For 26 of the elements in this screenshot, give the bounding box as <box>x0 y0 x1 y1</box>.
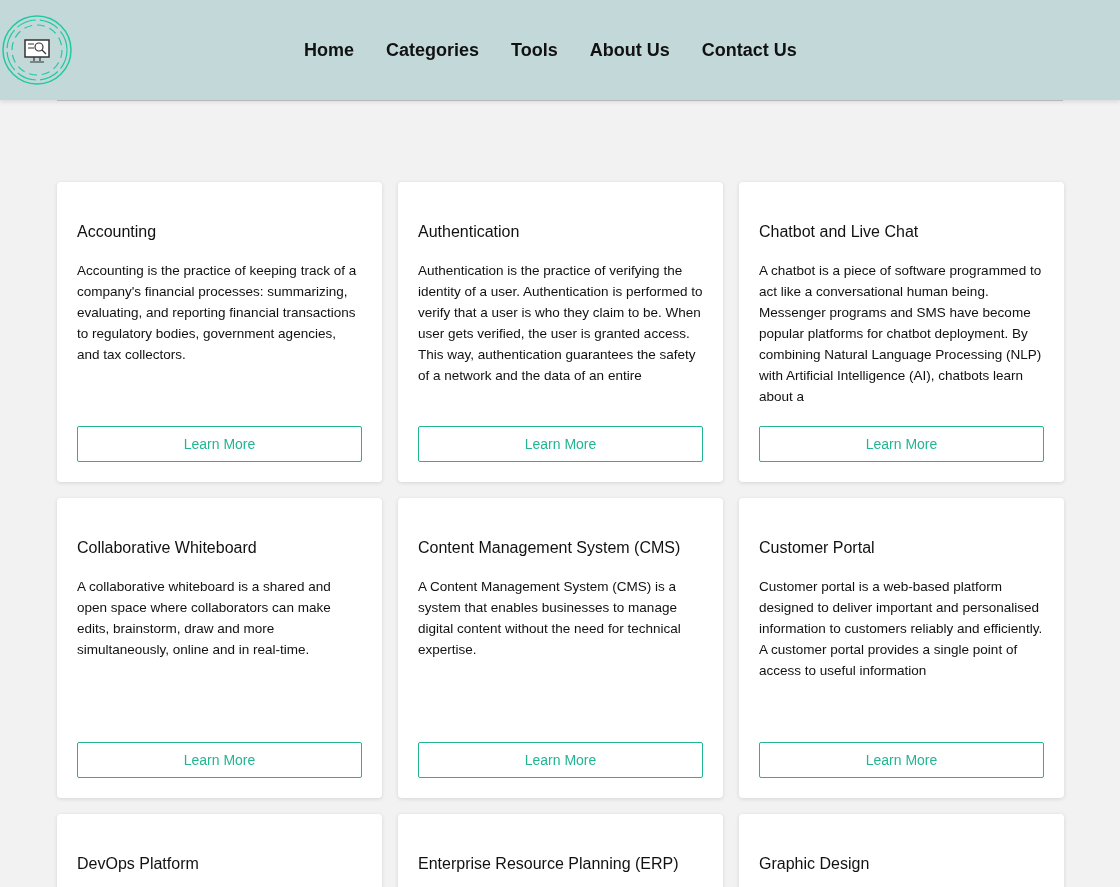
card-title: Customer Portal <box>759 538 876 558</box>
card-title: Collaborative Whiteboard <box>77 538 258 558</box>
learn-more-button[interactable]: Learn More <box>759 742 1044 778</box>
learn-more-button[interactable]: Learn More <box>418 426 703 462</box>
card-title: Graphic Design <box>759 854 871 874</box>
card-description: Customer portal is a web-based platform designed to deliver important and personalised information to customers reliably and efficiently. A customer portal provides a single point of access to useful information <box>759 578 1044 680</box>
card-description: A Content Management System (CMS) is a system that enables businesses to manage digital content without the need for technical expertise. <box>418 578 682 659</box>
nav-link[interactable]: Home <box>304 39 354 61</box>
card-description: Accounting is the practice of keeping track of a company's financial processes: summarizing, evaluating, and reporting financial transactions to regulatory bodies, government agencies, and tax collectors. <box>77 262 358 364</box>
learn-more-button[interactable]: Learn More <box>418 742 703 778</box>
nav-link[interactable]: Contact Us <box>701 39 797 61</box>
nav-link[interactable]: Tools <box>511 39 558 61</box>
nav-link[interactable]: Categories <box>386 39 480 61</box>
nav-link[interactable]: About Us <box>589 39 670 61</box>
card-description: Authentication is the practice of verifying the identity of a user. Authentication is performed to verify that a user is who they claim to be. When user gets verified, the user is granted access. This way, authentication guarantees the safety of a network and the data of an entire <box>418 262 703 385</box>
card-description: A collaborative whiteboard is a shared and open space where collaborators can make edits, brainstorm, draw and more simultaneously, online and in real-time. <box>77 578 332 659</box>
card-title: Enterprise Resource Planning (ERP) <box>418 854 680 874</box>
card-title: Chatbot and Live Chat <box>759 222 920 242</box>
card-description: A chatbot is a piece of software programmed to act like a conversational human being. Messenger programs and SMS have become popular platforms for chatbot deployment. By combining Natural Language Processing (NLP) with Artificial Intelligence (AI), chatbots learn about a <box>759 262 1043 406</box>
card-title: Authentication <box>418 222 521 242</box>
card-title: Content Management System (CMS) <box>418 538 682 558</box>
learn-more-button[interactable]: Learn More <box>77 742 362 778</box>
learn-more-button[interactable]: Learn More <box>77 426 362 462</box>
card-title: DevOps Platform <box>77 854 200 874</box>
card-title: Accounting <box>77 222 158 242</box>
learn-more-button[interactable]: Learn More <box>759 426 1044 462</box>
